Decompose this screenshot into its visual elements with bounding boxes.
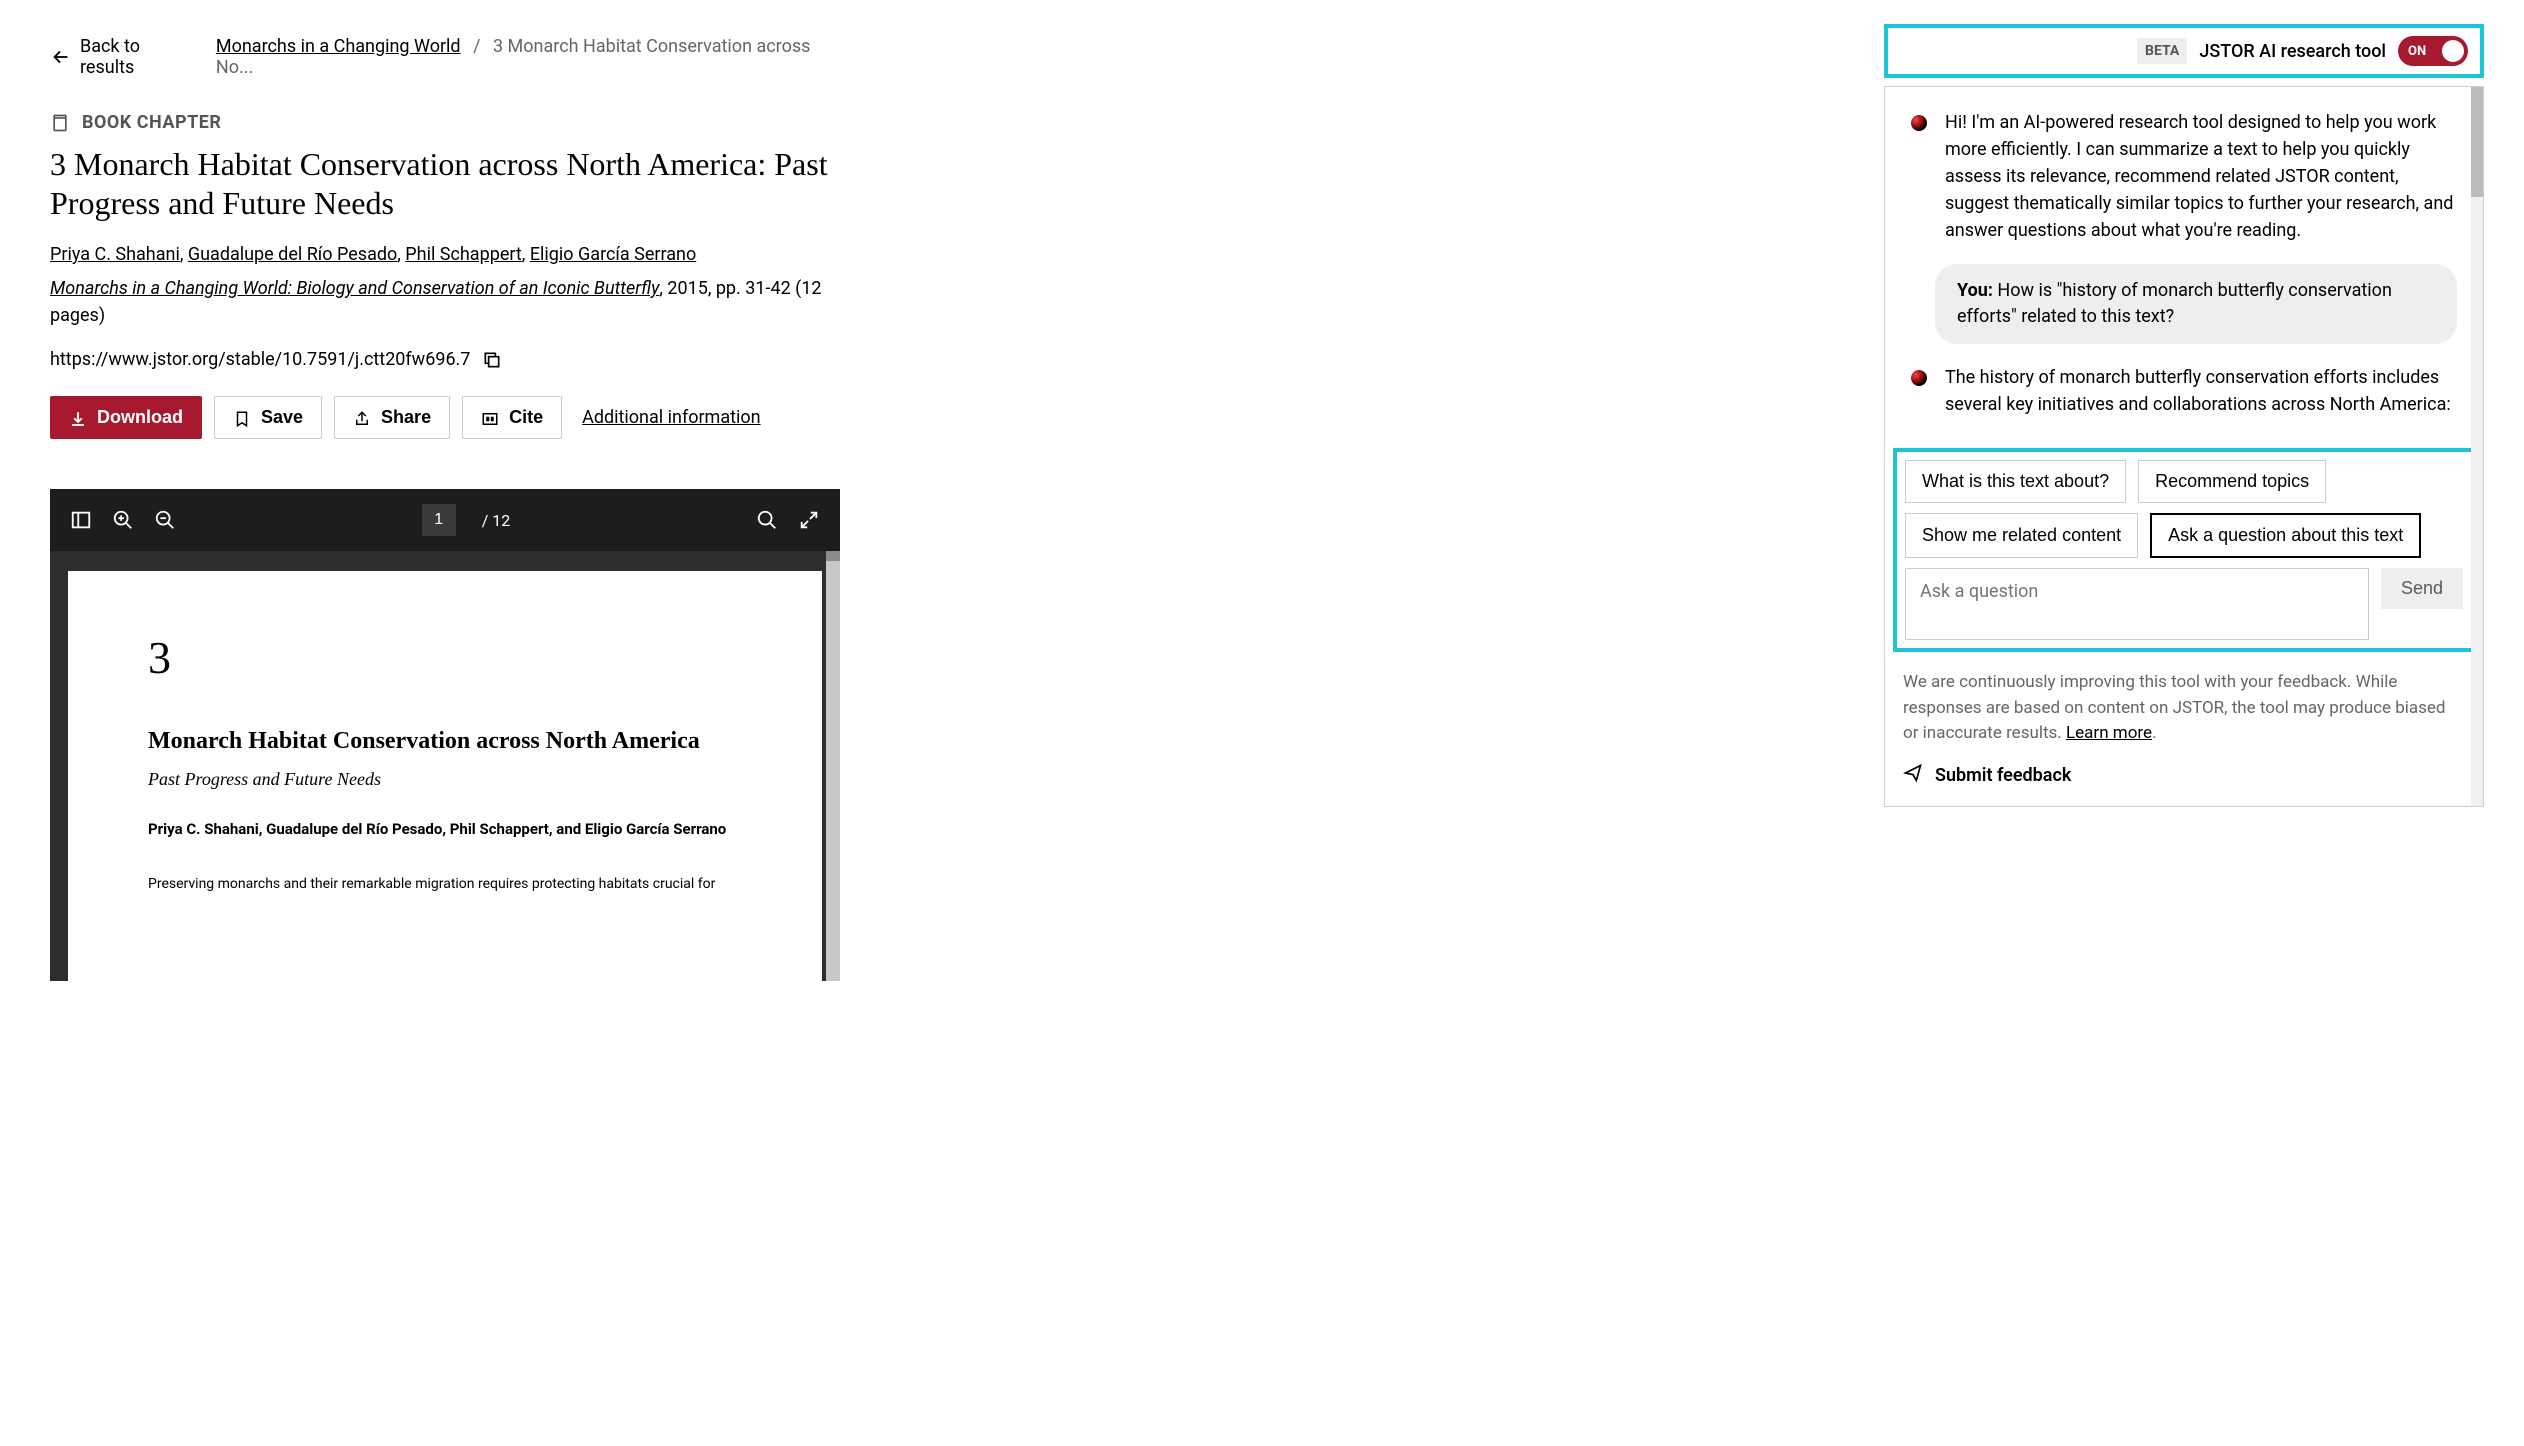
ai-chat-panel: Hi! I'm an AI-powered research tool desi… [1884,86,2484,807]
learn-more-link[interactable]: Learn more [2066,723,2152,743]
share-label: Share [381,407,431,428]
download-label: Download [97,407,183,428]
fullscreen-icon[interactable] [798,509,820,531]
ai-reply-message: The history of monarch butterfly conserv… [1911,364,2457,418]
stable-url: https://www.jstor.org/stable/10.7591/j.c… [50,349,470,370]
pdf-chapter-subtitle: Past Progress and Future Needs [148,769,742,790]
content-type-label: BOOK CHAPTER [82,112,221,133]
search-icon[interactable] [756,509,778,531]
ai-avatar-icon [1911,115,1927,131]
authors-list: Priya C. Shahani, Guadalupe del Río Pesa… [50,244,840,265]
ai-intro-text: Hi! I'm an AI-powered research tool desi… [1945,109,2457,244]
zoom-in-icon[interactable] [112,509,134,531]
feedback-label: Submit feedback [1935,765,2071,786]
back-to-results-link[interactable]: Back to results [50,36,196,78]
book-icon [50,112,70,133]
ai-tool-toggle[interactable]: ON [2398,36,2468,66]
toggle-state-label: ON [2408,44,2426,59]
pdf-page[interactable]: 3 Monarch Habitat Conservation across No… [68,571,822,981]
item-title: 3 Monarch Habitat Conservation across No… [50,145,840,222]
source-line: Monarchs in a Changing World: Biology an… [50,275,840,329]
submit-feedback-link[interactable]: Submit feedback [1885,759,2483,806]
pdf-chapter-authors: Priya C. Shahani, Guadalupe del Río Pesa… [148,818,742,841]
user-label: You: [1957,280,1993,301]
user-message: You: How is "history of monarch butterfl… [1935,264,2457,344]
save-label: Save [261,407,303,428]
ai-avatar-icon [1911,370,1927,386]
suggestion-topics-button[interactable]: Recommend topics [2138,460,2326,503]
bookmark-icon [233,407,251,428]
author-link[interactable]: Priya C. Shahani [50,244,180,265]
ai-reply-text: The history of monarch butterfly conserv… [1945,364,2457,418]
ai-intro-message: Hi! I'm an AI-powered research tool desi… [1911,109,2457,244]
breadcrumb-separator: / [473,36,480,57]
share-button[interactable]: Share [334,396,450,439]
paper-plane-icon [1903,763,1923,788]
beta-badge: BETA [2137,38,2187,64]
breadcrumb: Monarchs in a Changing World / 3 Monarch… [216,36,840,78]
suggestion-related-button[interactable]: Show me related content [1905,513,2138,558]
chat-scrollbar-thumb[interactable] [2471,87,2483,197]
author-link[interactable]: Eligio García Serrano [530,244,696,265]
pdf-body-preview: Preserving monarchs and their remarkable… [148,875,742,893]
chat-scrollbar[interactable] [2471,87,2483,806]
page-number-input[interactable] [422,504,456,536]
breadcrumb-parent-link[interactable]: Monarchs in a Changing World [216,36,461,57]
send-button[interactable]: Send [2381,568,2463,609]
share-icon [353,407,371,428]
additional-info-link[interactable]: Additional information [582,407,761,428]
back-label: Back to results [80,36,196,78]
ai-tool-label: JSTOR AI research tool [2199,41,2386,62]
ask-question-input[interactable] [1905,568,2369,640]
save-button[interactable]: Save [214,396,322,439]
author-link[interactable]: Phil Schappert [405,244,522,265]
cite-label: Cite [509,407,543,428]
download-button[interactable]: Download [50,396,202,439]
source-book-link[interactable]: Monarchs in a Changing World: Biology an… [50,278,659,299]
zoom-out-icon[interactable] [154,509,176,531]
user-message-text: How is "history of monarch butterfly con… [1957,280,2392,327]
suggestion-ask-button[interactable]: Ask a question about this text [2150,513,2421,558]
cite-icon [481,407,499,428]
pdf-scrollbar[interactable] [826,551,840,981]
author-link[interactable]: Guadalupe del Río Pesado [188,244,397,265]
pdf-chapter-title: Monarch Habitat Conservation across Nort… [148,728,742,755]
toggle-sidebar-icon[interactable] [70,509,92,531]
cite-button[interactable]: Cite [462,396,562,439]
page-total: / 12 [482,511,511,530]
pdf-scrollbar-thumb[interactable] [826,551,840,561]
ai-disclaimer: We are continuously improving this tool … [1885,664,2483,759]
copy-icon[interactable] [482,349,502,370]
pdf-chapter-number: 3 [148,631,742,684]
toggle-knob [2442,40,2464,62]
pdf-viewer: / 12 3 Monarch Habitat Conservation acro… [50,489,840,981]
disclaimer-text: We are continuously improving this tool … [1903,672,2446,743]
ai-tool-header-highlight: BETA JSTOR AI research tool ON [1884,24,2484,78]
download-icon [69,407,87,428]
suggestion-about-button[interactable]: What is this text about? [1905,460,2126,503]
arrow-left-icon [50,46,72,68]
ai-input-area-highlight: What is this text about? Recommend topic… [1893,448,2475,652]
